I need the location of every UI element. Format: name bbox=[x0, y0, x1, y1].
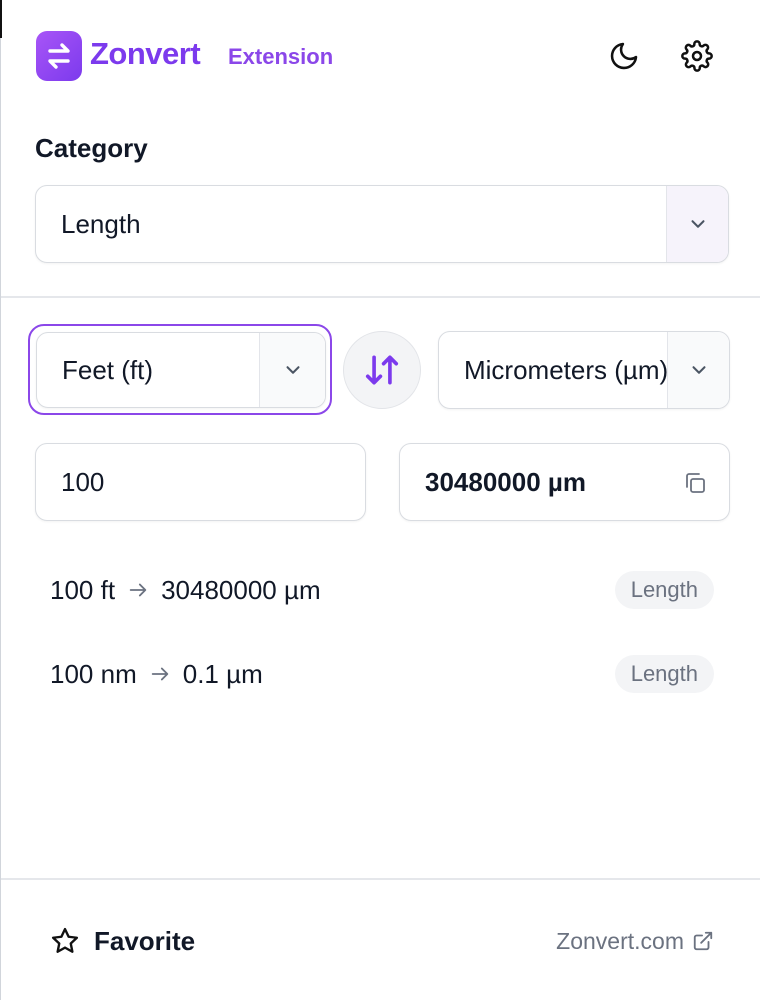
swap-arrows-icon bbox=[36, 31, 82, 81]
footer-divider bbox=[1, 878, 760, 880]
window-edge bbox=[0, 0, 1, 1000]
brand-name: Zonvert bbox=[90, 36, 201, 71]
chevron-down-icon bbox=[259, 333, 325, 407]
output-value-field: 30480000 µm bbox=[399, 443, 730, 521]
theme-toggle-button[interactable] bbox=[606, 38, 642, 74]
swap-units-button[interactable] bbox=[343, 331, 421, 409]
to-unit-select[interactable]: Micrometers (µm) bbox=[438, 331, 730, 409]
from-unit-select[interactable]: Feet (ft) bbox=[36, 332, 326, 408]
swap-vertical-icon bbox=[365, 355, 399, 385]
copy-icon[interactable] bbox=[683, 471, 707, 495]
history-to: 30480000 µm bbox=[161, 574, 321, 605]
settings-button[interactable] bbox=[679, 38, 715, 74]
category-badge: Length bbox=[614, 655, 714, 693]
favorite-button[interactable]: Favorite bbox=[50, 921, 195, 961]
arrow-right-icon bbox=[127, 579, 149, 601]
header: Zonvert Extension bbox=[36, 30, 724, 82]
gear-icon bbox=[681, 40, 713, 72]
history-item[interactable]: 100 ft 30480000 µm Length bbox=[50, 570, 714, 610]
input-value: 100 bbox=[61, 466, 105, 497]
chevron-down-icon bbox=[667, 332, 729, 408]
site-link-label: Zonvert.com bbox=[556, 927, 684, 954]
history-entry[interactable]: 100 ft 30480000 µm bbox=[50, 570, 321, 610]
zonvert-site-link[interactable]: Zonvert.com bbox=[556, 921, 714, 961]
from-unit-focus-ring: Feet (ft) bbox=[28, 324, 332, 415]
arrow-right-icon bbox=[149, 663, 171, 685]
from-unit-value: Feet (ft) bbox=[62, 354, 154, 385]
favorite-label: Favorite bbox=[94, 925, 196, 956]
input-value-field[interactable]: 100 bbox=[35, 443, 366, 521]
category-value: Length bbox=[61, 208, 141, 239]
category-badge: Length bbox=[614, 571, 714, 609]
external-link-icon bbox=[693, 931, 713, 951]
history-entry[interactable]: 100 nm 0.1 µm bbox=[50, 654, 263, 694]
category-select[interactable]: Length bbox=[35, 185, 729, 263]
chevron-down-icon bbox=[666, 186, 728, 262]
history-item[interactable]: 100 nm 0.1 µm Length bbox=[50, 654, 714, 694]
history-to: 0.1 µm bbox=[182, 658, 263, 689]
star-icon bbox=[51, 927, 79, 953]
section-divider bbox=[1, 296, 760, 298]
history-from: 100 nm bbox=[50, 658, 137, 689]
cursor-caret bbox=[0, 0, 2, 38]
moon-icon bbox=[610, 42, 638, 70]
to-unit-value: Micrometers (µm) bbox=[464, 354, 668, 385]
brand-subtitle: Extension bbox=[228, 44, 334, 69]
category-label: Category bbox=[35, 133, 148, 163]
output-value: 30480000 µm bbox=[425, 466, 587, 497]
history-from: 100 ft bbox=[50, 574, 116, 605]
